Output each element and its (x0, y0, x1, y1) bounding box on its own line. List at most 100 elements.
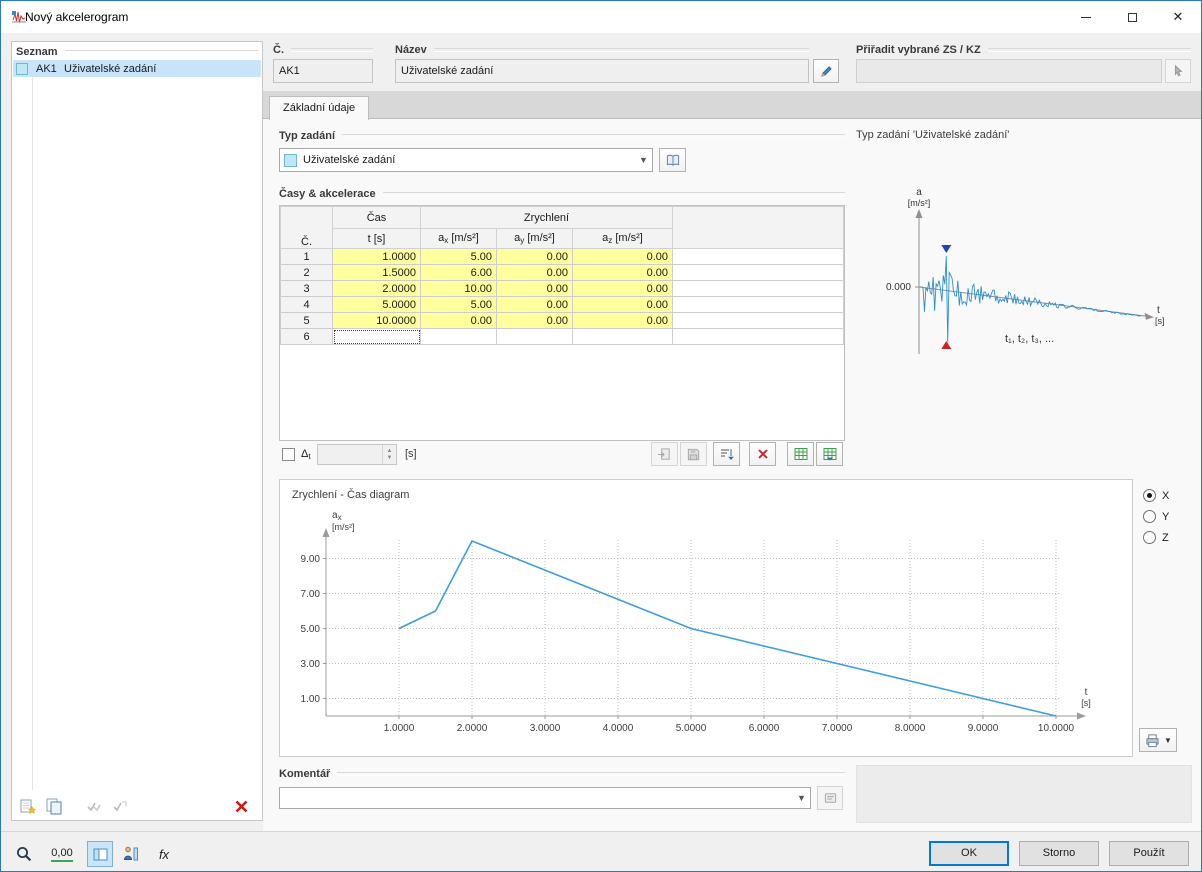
radio-z-icon (1143, 531, 1156, 544)
formula-button[interactable]: fx (151, 841, 177, 867)
number-field[interactable]: AK1 (273, 59, 373, 83)
time-cell[interactable]: 10.0000 (332, 312, 421, 329)
row-number-cell[interactable]: 5 (280, 312, 333, 329)
svg-text:a: a (916, 187, 922, 198)
list-item-name: Uživatelské zadání (64, 62, 157, 75)
ax-cell[interactable]: 0.00 (420, 312, 497, 329)
new-accelerogram-dialog: Nový akcelerogram ✕ Seznam AK1 Uživatels… (0, 0, 1202, 872)
svg-text:6.0000: 6.0000 (749, 723, 780, 734)
maximize-button[interactable] (1109, 1, 1155, 33)
az-cell[interactable]: 0.00 (572, 248, 673, 265)
svg-text:10.0000: 10.0000 (1038, 723, 1075, 734)
apply-all-button (82, 794, 106, 818)
svg-text:4.0000: 4.0000 (603, 723, 634, 734)
svg-text:[m/s²]: [m/s²] (332, 522, 355, 532)
ok-button[interactable]: OK (929, 841, 1009, 866)
svg-text:t: t (1157, 305, 1160, 316)
delta-t-input: ▲ ▼ (317, 444, 397, 465)
ax-cell[interactable]: 5.00 (420, 296, 497, 313)
ax-cell[interactable]: 10.00 (420, 280, 497, 297)
times-accel-tablewrap: Č. Čas Zrychlení t [s] ax [m/s²] ay [m/s… (279, 205, 845, 441)
edit-name-button[interactable] (813, 59, 839, 83)
ay-cell[interactable]: 0.00 (496, 264, 573, 281)
panel-icon (93, 848, 107, 860)
sort-button[interactable] (713, 442, 740, 466)
statusbar: 0,00 fx OK Storno Použít (1, 831, 1201, 871)
az-cell[interactable]: 0.00 (572, 312, 673, 329)
radio-y-label: Y (1162, 510, 1170, 523)
ay-cell[interactable]: 0.00 (496, 296, 573, 313)
row-number-cell[interactable]: 6 (280, 328, 333, 345)
radio-x-label: X (1162, 489, 1170, 502)
apply-button[interactable]: Použít (1109, 841, 1189, 866)
col-header-filler (672, 206, 844, 249)
radio-axis-x[interactable]: X (1143, 489, 1169, 502)
time-cell[interactable]: 1.5000 (332, 264, 421, 281)
filler-cell (672, 296, 844, 313)
ax-cell[interactable]: 5.00 (420, 248, 497, 265)
svg-text:9.0000: 9.0000 (968, 723, 999, 734)
delete-accelerogram-button[interactable] (228, 794, 254, 818)
library-button[interactable] (659, 148, 686, 172)
list-item-ak1[interactable]: AK1 Uživatelské zadání (13, 60, 261, 77)
excel-import-button[interactable] (816, 442, 843, 466)
az-cell[interactable]: 0.00 (572, 264, 673, 281)
svg-text:2.0000: 2.0000 (457, 723, 488, 734)
excel-table-icon (794, 448, 807, 460)
time-cell[interactable]: 5.0000 (332, 296, 421, 313)
radio-y-icon (1143, 510, 1156, 523)
person-icon (123, 846, 138, 861)
name-field[interactable]: Uživatelské zadání (395, 59, 809, 83)
excel-export-button[interactable] (787, 442, 814, 466)
radio-z-label: Z (1162, 531, 1169, 544)
az-cell[interactable] (572, 328, 673, 345)
ax-cell[interactable]: 6.00 (420, 264, 497, 281)
find-button[interactable] (11, 841, 37, 867)
units-button[interactable]: 0,00 (45, 841, 79, 867)
ay-cell[interactable]: 0.00 (496, 312, 573, 329)
input-type-dropdown[interactable]: Uživatelské zadání ▼ (279, 148, 653, 172)
az-cell[interactable]: 0.00 (572, 280, 673, 297)
tab-basic-data[interactable]: Základní údaje (269, 96, 370, 120)
copy-accelerogram-button[interactable] (42, 794, 66, 818)
display-settings-button[interactable] (117, 841, 145, 867)
row-number-cell[interactable]: 1 (280, 248, 333, 265)
minimize-button[interactable] (1063, 1, 1109, 33)
clear-table-button[interactable] (749, 442, 776, 466)
delta-t-unit: [s] (405, 448, 417, 460)
time-cell[interactable]: 2.0000 (332, 280, 421, 297)
comment-dropdown[interactable]: ▼ (279, 787, 811, 809)
titlebar: Nový akcelerogram ✕ (1, 1, 1201, 33)
col-header-no: Č. (280, 206, 333, 249)
az-cell[interactable]: 0.00 (572, 296, 673, 313)
ay-cell[interactable]: 0.00 (496, 280, 573, 297)
panel-toggle-button[interactable] (87, 841, 113, 867)
filler-cell (672, 280, 844, 297)
row-number-cell[interactable]: 4 (280, 296, 333, 313)
close-button[interactable]: ✕ (1155, 1, 1201, 33)
ay-cell[interactable]: 0.00 (496, 248, 573, 265)
ax-cell[interactable] (420, 328, 497, 345)
time-cell[interactable]: 1.0000 (332, 248, 421, 265)
table-row: 3 2.0000 10.00 0.00 0.00 (280, 280, 844, 297)
svg-text:5.0000: 5.0000 (676, 723, 707, 734)
row-number-cell[interactable]: 3 (280, 280, 333, 297)
cancel-button[interactable]: Storno (1019, 841, 1099, 866)
svg-text:7.00: 7.00 (301, 589, 321, 600)
filler-cell (672, 264, 844, 281)
row-number-cell[interactable]: 2 (280, 264, 333, 281)
ay-cell[interactable] (496, 328, 573, 345)
svg-text:[s]: [s] (1155, 316, 1165, 326)
radio-axis-z[interactable]: Z (1143, 531, 1169, 544)
table-row: 1 1.0000 5.00 0.00 0.00 (280, 248, 844, 265)
new-accelerogram-button[interactable] (16, 794, 40, 818)
print-button[interactable]: ▼ (1139, 728, 1177, 752)
time-cell-active[interactable] (332, 328, 421, 345)
svg-text:t₁, t₂, t₃, ...: t₁, t₂, t₃, ... (1005, 333, 1054, 345)
comment-header: Komentář (279, 767, 845, 781)
cursor-icon (1174, 64, 1183, 77)
list-header: Seznam (16, 45, 258, 59)
radio-axis-y[interactable]: Y (1143, 510, 1169, 523)
filler-cell (672, 328, 844, 345)
delta-t-checkbox[interactable] (282, 448, 295, 461)
